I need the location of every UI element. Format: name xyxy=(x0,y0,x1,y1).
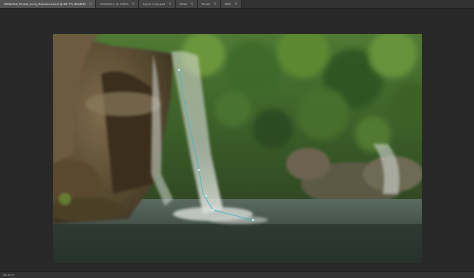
document-tab-label: Layer copy.psd xyxy=(142,2,166,6)
zoom-level[interactable]: 66.67% xyxy=(0,273,14,277)
document-tab-2[interactable]: Layer copy.psd × xyxy=(138,0,176,8)
close-icon[interactable]: × xyxy=(131,0,134,8)
document-tab-label: Waterfall_Forest_Long_Exposure.psd @ 66.… xyxy=(4,2,86,6)
document-tab-label: Mask xyxy=(179,2,188,6)
app-window: Waterfall_Forest_Long_Exposure.psd @ 66.… xyxy=(0,0,474,278)
document-tab-3[interactable]: Mask × xyxy=(175,0,198,8)
close-icon[interactable]: × xyxy=(190,0,193,8)
document-tab-bar: Waterfall_Forest_Long_Exposure.psd @ 66.… xyxy=(0,0,474,9)
document-tab-label: Path xyxy=(224,2,232,6)
canvas-workspace[interactable] xyxy=(0,9,474,272)
close-icon[interactable]: × xyxy=(234,0,237,8)
document-tab-label: Brush xyxy=(201,2,211,6)
close-icon[interactable]: × xyxy=(213,0,216,8)
close-icon[interactable]: × xyxy=(89,0,92,8)
document-canvas[interactable] xyxy=(53,34,422,263)
document-tab-0[interactable]: Waterfall_Forest_Long_Exposure.psd @ 66.… xyxy=(0,0,97,8)
document-tab-4[interactable]: Brush × xyxy=(197,0,221,8)
close-icon[interactable]: × xyxy=(168,0,171,8)
document-tab-5[interactable]: Path × xyxy=(220,0,242,8)
document-tab-label: Untitled-1 @ 100% xyxy=(100,2,129,6)
status-bar: 66.67% xyxy=(0,271,474,278)
waterfall-photo xyxy=(53,34,422,263)
tab-bar-empty-space xyxy=(241,0,474,8)
document-tab-1[interactable]: Untitled-1 @ 100% × xyxy=(96,0,139,8)
